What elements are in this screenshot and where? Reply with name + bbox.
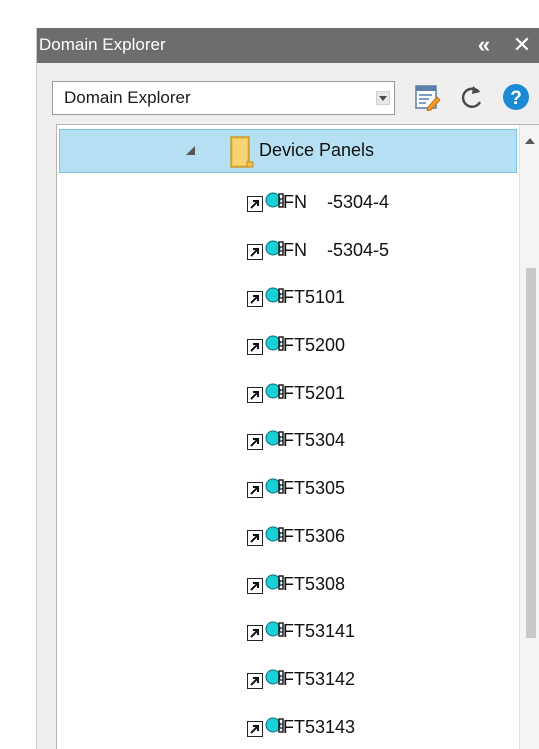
tree-item[interactable]: FN -5304-4 bbox=[247, 189, 507, 217]
tree-item[interactable]: FT5304 bbox=[247, 427, 507, 455]
status-lamp-icon bbox=[265, 383, 284, 399]
tree-item-label: FT5201 bbox=[283, 383, 346, 403]
tree-item[interactable]: FT53143 bbox=[247, 714, 507, 742]
domain-explorer-panel: Domain Explorer « ✕ Domain Explorer ? De… bbox=[36, 28, 539, 749]
tree-item-label: FT53142 bbox=[283, 669, 356, 689]
status-lamp-icon bbox=[265, 335, 284, 351]
refresh-icon[interactable] bbox=[459, 83, 485, 111]
tree-item[interactable]: FT5101 bbox=[247, 284, 507, 312]
tree-group-label: Device Panels bbox=[259, 140, 375, 160]
shortcut-icon bbox=[247, 625, 263, 641]
shortcut-icon bbox=[247, 291, 263, 307]
svg-text:?: ? bbox=[510, 88, 522, 109]
folder-icon bbox=[230, 136, 254, 168]
shortcut-icon bbox=[247, 387, 263, 403]
tree-item[interactable]: FT5308 bbox=[247, 571, 507, 599]
status-lamp-icon bbox=[265, 669, 284, 685]
status-lamp-icon bbox=[265, 478, 284, 494]
close-panel-button[interactable]: ✕ bbox=[507, 28, 537, 63]
tree-item-label: FT5308 bbox=[283, 574, 346, 594]
panel-titlebar[interactable]: Domain Explorer « ✕ bbox=[37, 28, 539, 63]
tree-item[interactable]: FT53141 bbox=[247, 618, 507, 646]
tree-item[interactable]: FN -5304-5 bbox=[247, 237, 507, 265]
dropdown-arrow-icon[interactable] bbox=[376, 91, 390, 105]
tree-item-label: FN -5304-4 bbox=[283, 192, 390, 212]
status-lamp-icon bbox=[265, 574, 284, 590]
tree-item-label: FN -5304-5 bbox=[283, 240, 390, 260]
edit-list-icon[interactable] bbox=[414, 83, 440, 111]
tree-item-label: FT5200 bbox=[283, 335, 346, 355]
shortcut-icon bbox=[247, 721, 263, 737]
panel-title: Domain Explorer bbox=[39, 35, 166, 54]
vertical-scrollbar[interactable] bbox=[519, 125, 539, 749]
tree-item-label: FT5304 bbox=[283, 430, 346, 450]
tree-item[interactable]: FT5305 bbox=[247, 475, 507, 503]
shortcut-icon bbox=[247, 244, 263, 260]
status-lamp-icon bbox=[265, 621, 284, 637]
status-lamp-icon bbox=[265, 287, 284, 303]
scrollbar-thumb[interactable] bbox=[526, 268, 536, 638]
view-selector-value: Domain Explorer bbox=[64, 88, 191, 107]
tree-item-label: FT5306 bbox=[283, 526, 346, 546]
view-selector-dropdown[interactable]: Domain Explorer bbox=[52, 81, 395, 115]
tree-item[interactable]: FT5306 bbox=[247, 523, 507, 551]
shortcut-icon bbox=[247, 339, 263, 355]
expand-collapse-icon[interactable] bbox=[186, 146, 196, 156]
scroll-up-icon[interactable] bbox=[525, 137, 535, 145]
shortcut-icon bbox=[247, 434, 263, 450]
shortcut-icon bbox=[247, 578, 263, 594]
tree-item[interactable]: FT5201 bbox=[247, 380, 507, 408]
help-icon[interactable]: ? bbox=[502, 83, 530, 111]
collapse-panel-button[interactable]: « bbox=[469, 28, 499, 63]
tree-group-device-panels[interactable]: Device Panels bbox=[59, 129, 517, 173]
tree-item-label: FT53143 bbox=[283, 717, 356, 737]
tree-item[interactable]: FT53142 bbox=[247, 666, 507, 694]
status-lamp-icon bbox=[265, 526, 284, 542]
tree-item[interactable]: FT5200 bbox=[247, 332, 507, 360]
status-lamp-icon bbox=[265, 192, 284, 208]
tree-item-label: FT53141 bbox=[283, 621, 356, 641]
status-lamp-icon bbox=[265, 240, 284, 256]
tree-item-label: FT5101 bbox=[283, 287, 346, 307]
panel-toolbar: Domain Explorer ? bbox=[37, 63, 539, 118]
left-gutter bbox=[0, 0, 36, 749]
shortcut-icon bbox=[247, 530, 263, 546]
status-lamp-icon bbox=[265, 717, 284, 733]
domain-tree: Device Panels FN -5304-4 FN -5304-5 FT51… bbox=[56, 124, 539, 749]
status-lamp-icon bbox=[265, 430, 284, 446]
shortcut-icon bbox=[247, 196, 263, 212]
shortcut-icon bbox=[247, 482, 263, 498]
top-strip bbox=[36, 0, 539, 29]
shortcut-icon bbox=[247, 673, 263, 689]
tree-item-label: FT5305 bbox=[283, 478, 346, 498]
